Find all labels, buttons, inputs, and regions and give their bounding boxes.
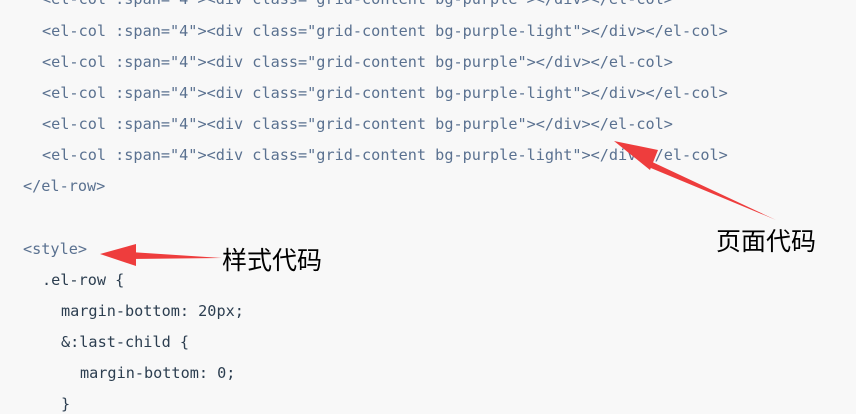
page-code-arrow	[614, 141, 776, 220]
page-code-annotation: 页面代码	[716, 227, 817, 256]
style-code-annotation: 样式代码	[222, 246, 323, 275]
style-code-arrow	[100, 244, 222, 266]
annotation-arrows	[100, 141, 776, 266]
